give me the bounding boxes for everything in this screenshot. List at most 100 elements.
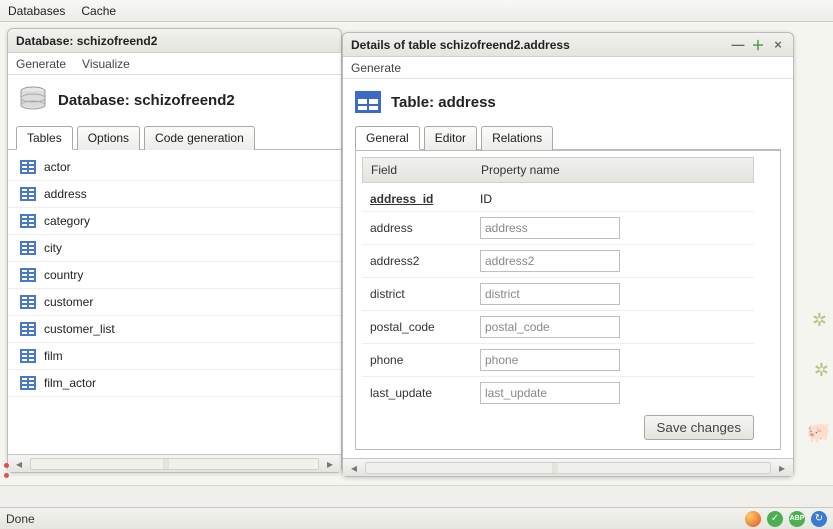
firefox-icon[interactable] [745,511,761,527]
scroll-right-icon[interactable]: ▸ [775,461,789,475]
table-row-label: film_actor [44,376,96,390]
table-row-country[interactable]: country [8,262,341,289]
table-list[interactable]: actor address category city country cust… [8,150,341,454]
field-row-postal-code: postal_code [362,311,754,344]
property-name-input[interactable] [480,217,620,239]
save-changes-button[interactable]: Save changes [644,415,754,440]
table-row-film[interactable]: film [8,343,341,370]
table-row-label: country [44,268,83,282]
table-row-label: actor [44,160,71,174]
table-icon [20,160,36,174]
field-label: address2 [370,254,480,268]
table-row-label: category [44,214,90,228]
field-label: district [370,287,480,301]
table-icon [20,295,36,309]
db-menu-visualize[interactable]: Visualize [82,57,130,71]
menu-cache[interactable]: Cache [81,4,116,18]
table-header: Table: address [355,79,781,125]
table-row-customer[interactable]: customer [8,289,341,316]
browser-status-bar: Done ✓ ABP ↻ [0,507,833,529]
field-label: last_update [370,386,480,400]
table-row-actor[interactable]: actor [8,154,341,181]
sync-icon[interactable]: ↻ [811,511,827,527]
window-controls: — ＋ × [731,38,785,52]
details-tabs: General Editor Relations [355,125,781,150]
scroll-right-icon[interactable]: ▸ [323,457,337,471]
field-label: phone [370,353,480,367]
field-row-district: district [362,278,754,311]
maximize-icon[interactable]: ＋ [751,38,765,52]
status-separator [0,485,833,507]
table-details-window: Details of table schizofreend2.address —… [342,32,794,477]
tab-general[interactable]: General [355,126,420,150]
field-property-readonly: ID [480,192,746,206]
database-window: Database: schizofreend2 Generate Visuali… [7,28,342,473]
table-row-film-actor[interactable]: film_actor [8,370,341,397]
tab-relations[interactable]: Relations [481,126,553,150]
database-window-menu: Generate Visualize [8,53,341,75]
table-icon [20,322,36,336]
scroll-left-icon[interactable]: ◂ [347,461,361,475]
property-name-input[interactable] [480,349,620,371]
menu-databases[interactable]: Databases [8,4,65,18]
database-icon [18,85,48,115]
details-window-title-text: Details of table schizofreend2.address [351,38,570,52]
field-label: address_id [370,192,480,206]
app-menu: Databases Cache [0,0,833,22]
table-heading: Table: address [391,94,496,111]
database-header: Database: schizofreend2 [8,75,341,125]
property-name-input[interactable] [480,382,620,404]
table-row-customer-list[interactable]: customer_list [8,316,341,343]
db-tabs: Tables Options Code generation [8,125,341,150]
field-label: postal_code [370,320,480,334]
table-icon [20,349,36,363]
property-name-input[interactable] [480,316,620,338]
table-row-label: customer [44,295,93,309]
field-row-address: address [362,212,754,245]
table-row-city[interactable]: city [8,235,341,262]
table-icon [20,268,36,282]
field-label: address [370,221,480,235]
table-icon [20,214,36,228]
details-window-title: Details of table schizofreend2.address —… [343,33,793,57]
status-tray: ✓ ABP ↻ [745,511,827,527]
details-hscrollbar[interactable]: ◂ ▸ [343,458,793,476]
scroll-track[interactable] [30,458,319,470]
property-name-input[interactable] [480,250,620,272]
col-header-field: Field [371,163,481,177]
scroll-left-icon[interactable]: ◂ [12,457,26,471]
minimize-icon[interactable]: — [731,38,745,52]
table-row-category[interactable]: category [8,208,341,235]
tab-options[interactable]: Options [77,126,140,150]
table-icon [355,91,381,113]
property-name-input[interactable] [480,283,620,305]
details-menu-generate[interactable]: Generate [351,61,401,75]
field-row-address2: address2 [362,245,754,278]
db-menu-generate[interactable]: Generate [16,57,66,71]
table-row-label: film [44,349,63,363]
details-window-menu: Generate [343,57,793,79]
table-row-address[interactable]: address [8,181,341,208]
bug-icon: ✲ [814,360,829,381]
bug-icon: ✲ [812,310,827,331]
close-icon[interactable]: × [771,38,785,52]
abp-icon[interactable]: ABP [789,511,805,527]
scroll-track[interactable] [365,462,771,474]
fields-header-row: Field Property name [362,157,754,183]
database-window-title: Database: schizofreend2 [8,29,341,53]
gutter-markers [4,463,12,483]
db-hscrollbar[interactable]: ◂ ▸ [8,454,341,472]
database-heading: Database: schizofreend2 [58,92,235,109]
tab-editor[interactable]: Editor [424,126,477,150]
table-icon [20,376,36,390]
field-row-last-update: last_update [362,377,754,409]
table-icon [20,241,36,255]
col-header-property: Property name [481,163,745,177]
fields-panel: Field Property name address_id ID addres… [355,150,781,450]
check-icon[interactable]: ✓ [767,511,783,527]
table-row-label: address [44,187,87,201]
tab-tables[interactable]: Tables [16,126,73,150]
tab-code-generation[interactable]: Code generation [144,126,255,150]
field-row-phone: phone [362,344,754,377]
table-row-label: city [44,241,62,255]
